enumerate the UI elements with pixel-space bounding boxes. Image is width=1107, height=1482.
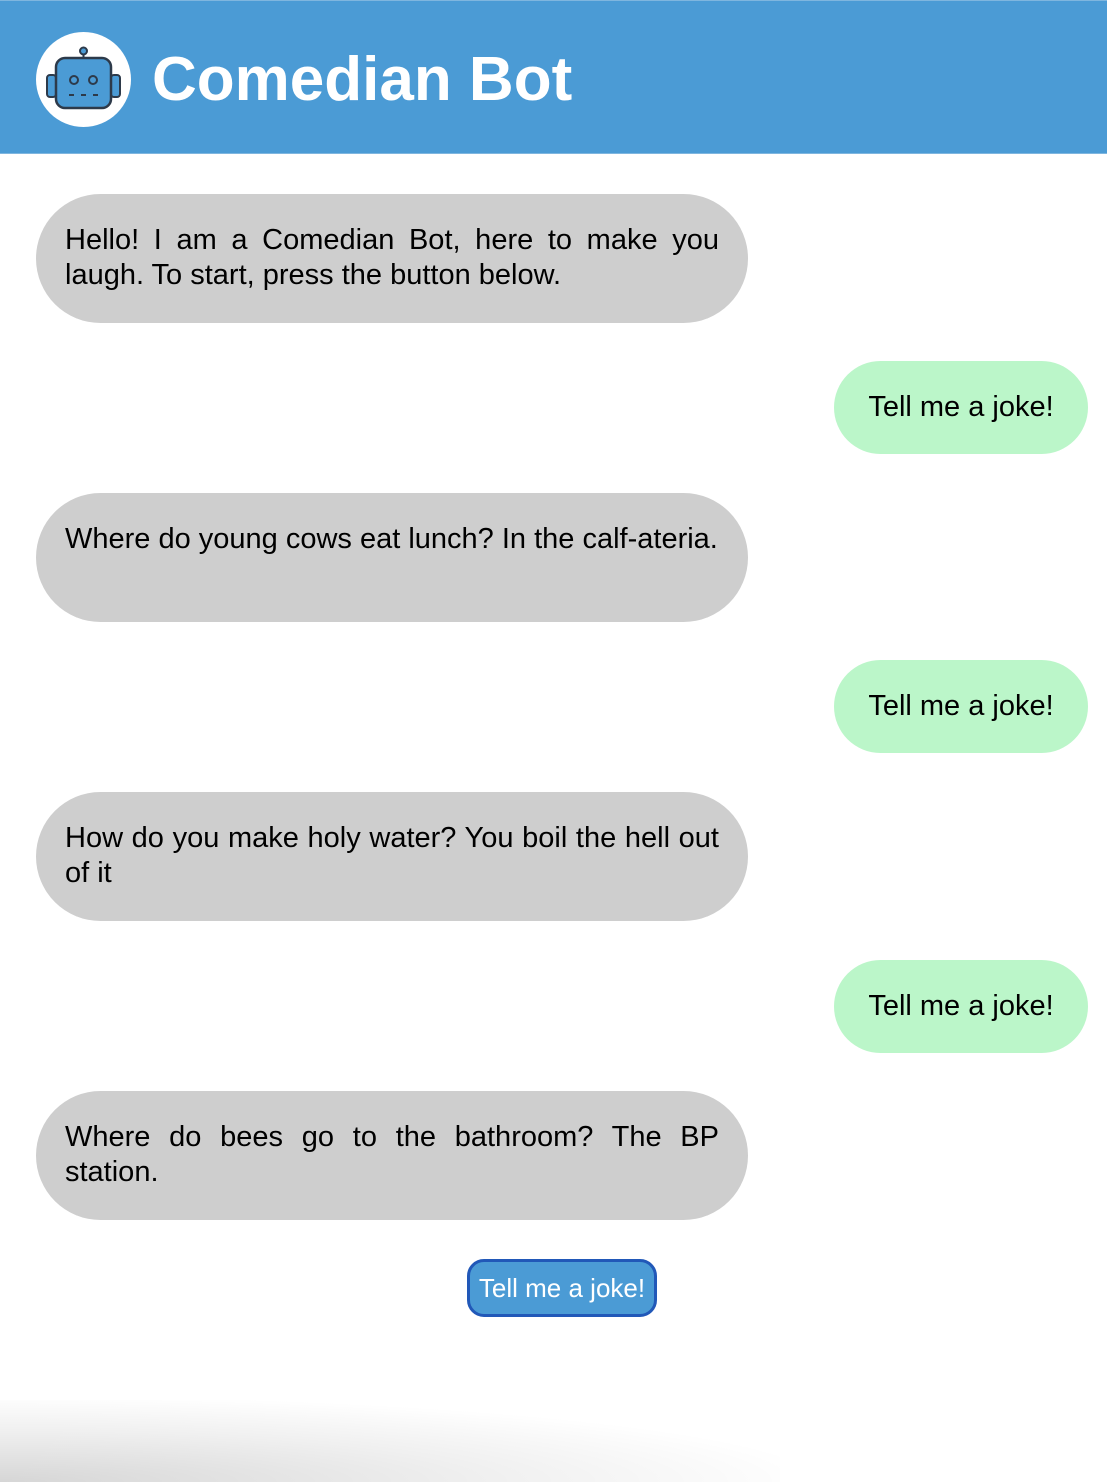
chat-page: Comedian Bot Hello! I am a Comedian Bot,…: [0, 0, 1107, 1482]
bot-message: Hello! I am a Comedian Bot, here to make…: [36, 194, 748, 323]
bottom-shadow: [0, 1400, 780, 1482]
app-title: Comedian Bot: [152, 45, 573, 114]
bot-message: How do you make holy water? You boil the…: [36, 792, 748, 921]
user-message: Tell me a joke!: [834, 960, 1088, 1053]
app-header: Comedian Bot: [0, 0, 1107, 154]
robot-icon: [46, 46, 121, 110]
avatar: [36, 32, 131, 127]
tell-joke-button[interactable]: Tell me a joke!: [467, 1259, 657, 1317]
bot-message: Where do young cows eat lunch? In the ca…: [36, 493, 748, 622]
user-message: Tell me a joke!: [834, 361, 1088, 454]
bot-message: Where do bees go to the bathroom? The BP…: [36, 1091, 748, 1220]
user-message: Tell me a joke!: [834, 660, 1088, 753]
